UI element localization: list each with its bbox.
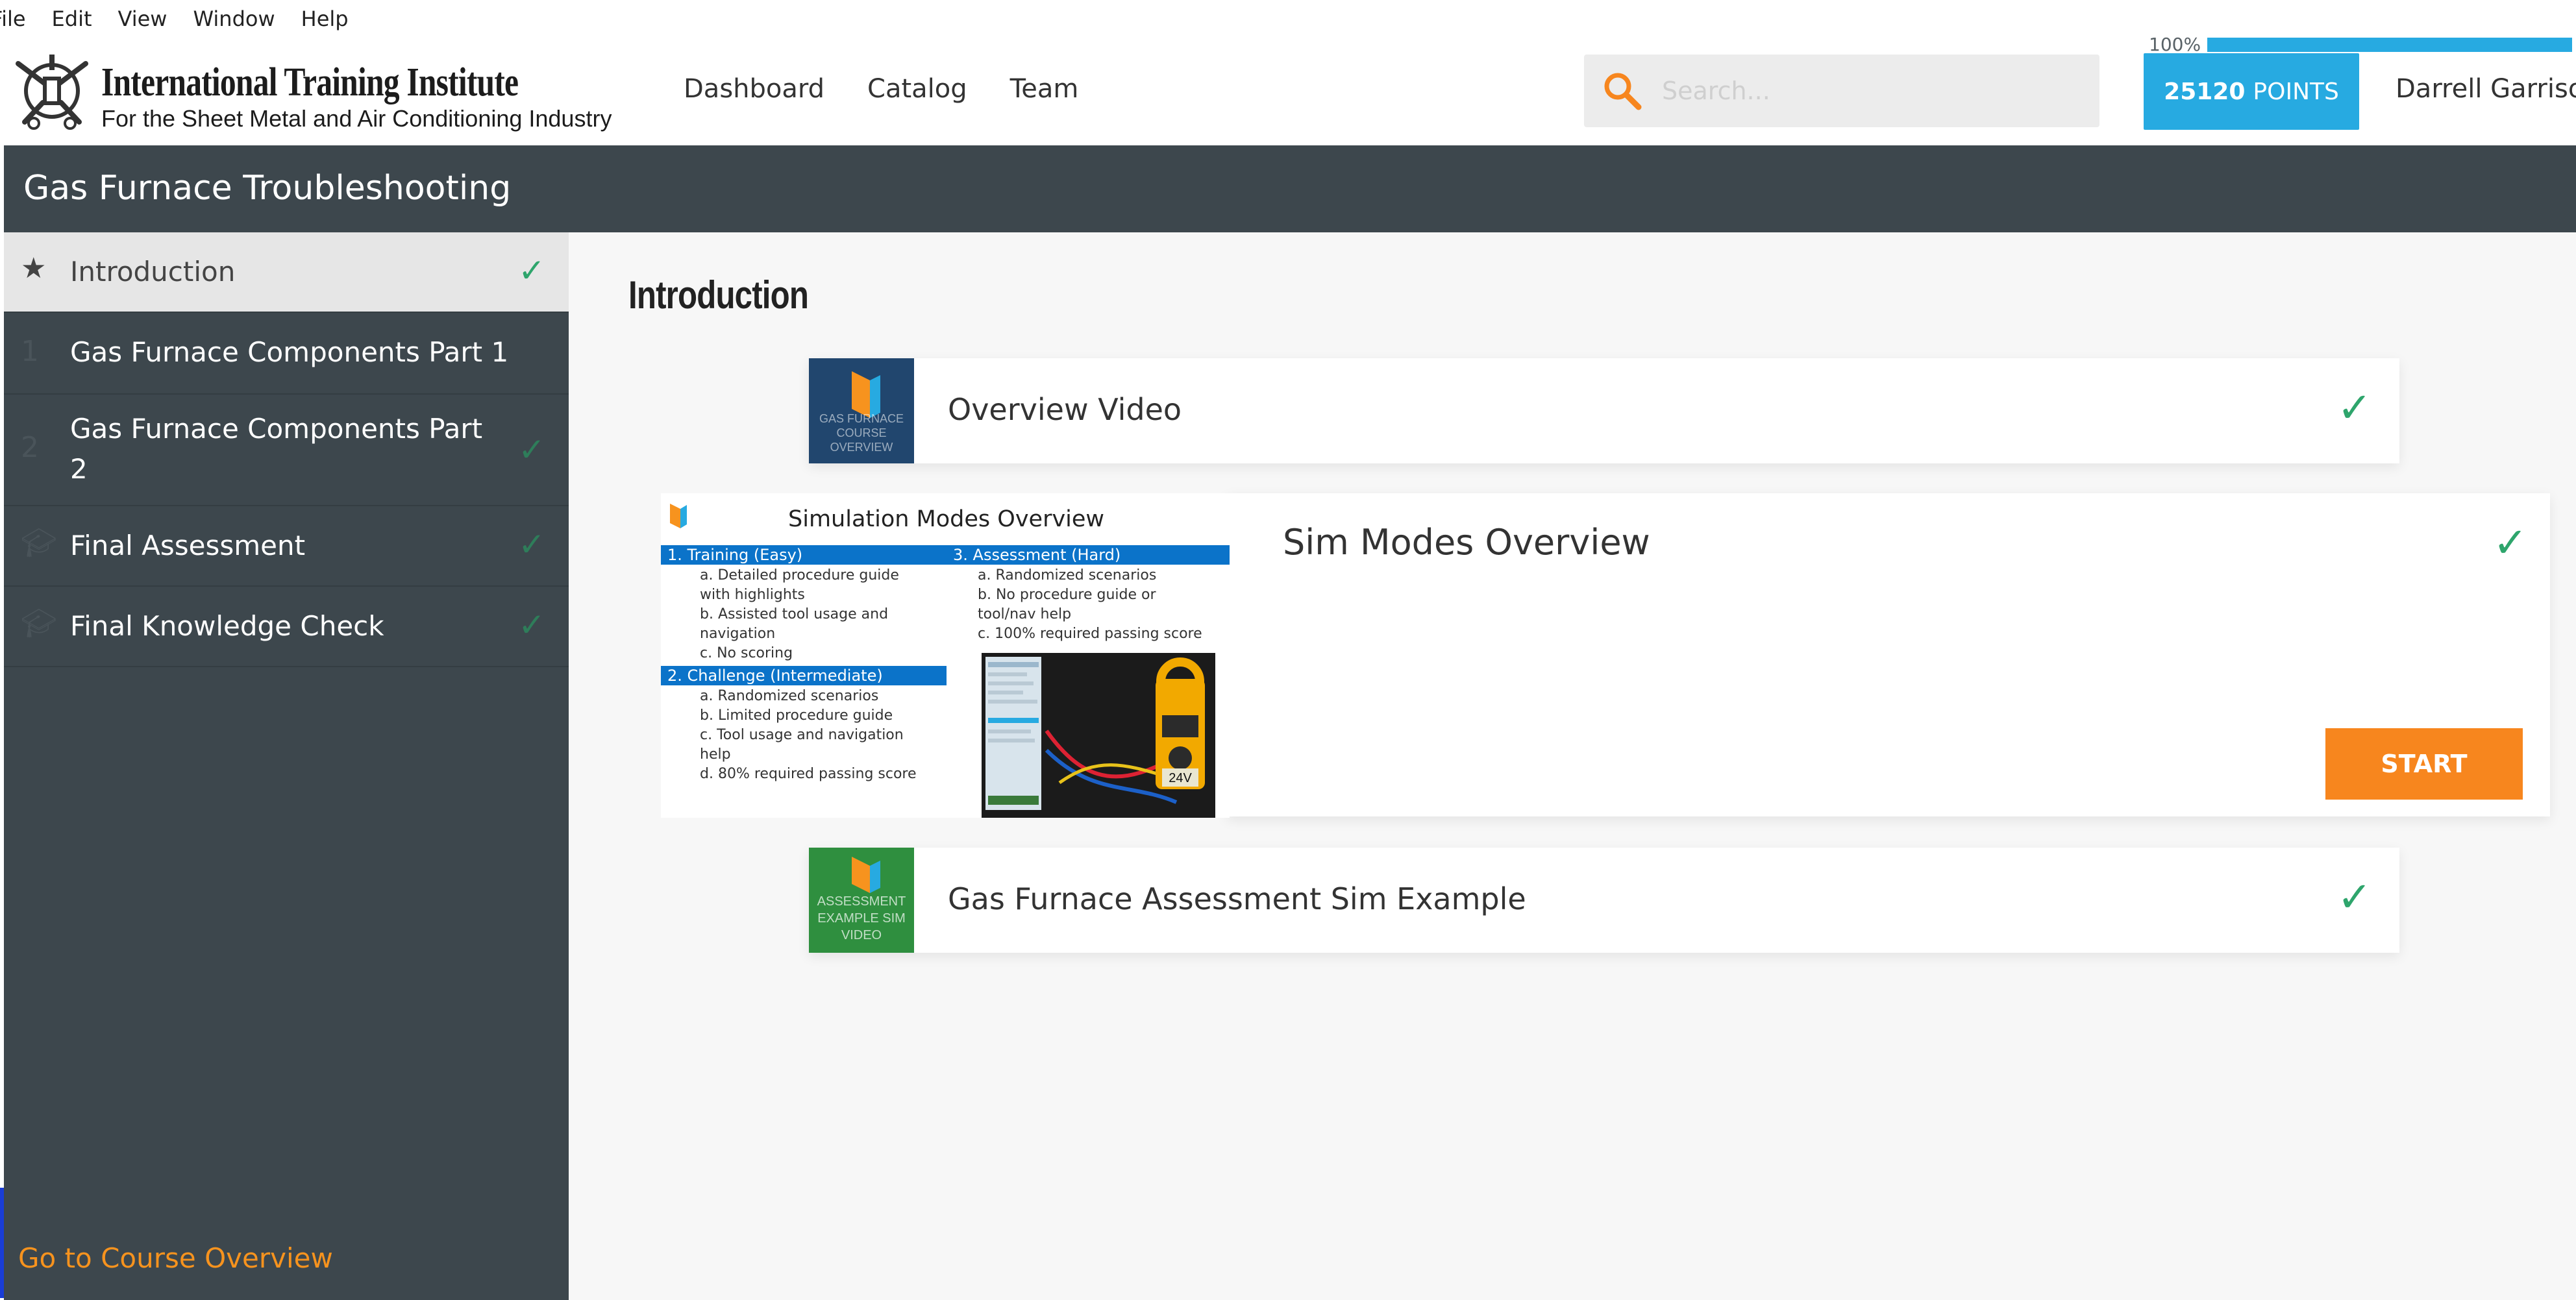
search-box[interactable] (1584, 55, 2099, 127)
slide-text: b. Assisted tool usage and (700, 606, 889, 622)
sidebar-item-components-part-1[interactable]: 1 Gas Furnace Components Part 1 (4, 313, 569, 395)
completed-check-icon: ✓ (518, 606, 545, 644)
slide-text: d. 80% required passing score (700, 766, 917, 782)
menu-help[interactable]: Help (301, 6, 349, 31)
sidebar-item-label: Gas Furnace Components Part 2 (70, 413, 483, 485)
sidebar-item-label: Final Knowledge Check (70, 610, 384, 642)
sidebar-item-final-knowledge-check[interactable]: 🎓︎ Final Knowledge Check ✓ (4, 587, 569, 667)
logo-title: International Training Institute (101, 60, 519, 104)
slide-text: c. 100% required passing score (978, 626, 1202, 642)
course-header-bar: Gas Furnace Troubleshooting (4, 145, 2576, 232)
slide-text: tool/nav help (978, 606, 1072, 622)
slide-heading-training: 1. Training (Easy) (661, 545, 947, 565)
sidebar-item-label: Introduction (70, 256, 236, 288)
progress-fill (2207, 38, 2572, 52)
nav-dashboard[interactable]: Dashboard (684, 74, 824, 104)
menu-edit[interactable]: Edit (52, 6, 92, 31)
points-label: POINTS (2253, 78, 2339, 105)
window-edge (0, 1188, 4, 1298)
completed-check-icon: ✓ (2337, 384, 2372, 432)
itinow-logo-icon (670, 504, 687, 528)
thumbnail-caption: ASSESSMENT EXAMPLE SIM VIDEO (817, 894, 906, 942)
number-2-icon: 2 (21, 431, 39, 464)
video-thumbnail[interactable]: GAS FURNACE COURSE OVERVIEW (809, 358, 914, 463)
main-nav: Dashboard Catalog Team (684, 74, 1078, 104)
nav-team[interactable]: Team (1010, 74, 1079, 104)
video-thumbnail[interactable]: ASSESSMENT EXAMPLE SIM VIDEO (809, 848, 914, 953)
slide-text: b. Limited procedure guide (700, 707, 893, 724)
graduation-cap-icon: 🎓︎ (21, 607, 57, 640)
sidebar-item-label: Gas Furnace Components Part 1 (70, 336, 509, 368)
number-1-icon: 1 (21, 335, 39, 368)
sidebar-item-introduction[interactable]: ★ Introduction ✓ (4, 232, 569, 313)
card-title: Sim Modes Overview (1283, 522, 1650, 563)
go-to-course-overview-link[interactable]: Go to Course Overview (18, 1242, 333, 1274)
slide-text: c. Tool usage and navigation (700, 727, 904, 743)
star-icon: ★ (21, 252, 47, 285)
section-title: Introduction (628, 273, 809, 317)
completed-check-icon: ✓ (2493, 519, 2528, 567)
points-value: 25120 (2164, 78, 2246, 105)
slide-heading-challenge: 2. Challenge (Intermediate) (661, 666, 947, 685)
app-menubar: File Edit View Window Help (0, 0, 2576, 38)
slide-text: help (700, 746, 731, 763)
sim-modes-slide-thumbnail[interactable]: Simulation Modes Overview 1. Training (E… (661, 493, 1230, 818)
slide-text: with highlights (700, 587, 805, 603)
slide-text: c. No scoring (700, 645, 793, 661)
slide-title: Simulation Modes Overview (788, 506, 1105, 532)
slide-text: a. Randomized scenarios (700, 688, 879, 704)
sidebar-item-final-assessment[interactable]: 🎓︎ Final Assessment ✓ (4, 506, 569, 587)
completed-check-icon: ✓ (518, 526, 545, 563)
start-button[interactable]: START (2325, 728, 2523, 800)
graduation-cap-icon: 🎓︎ (21, 526, 57, 559)
search-icon[interactable] (1601, 69, 1644, 112)
lesson-card-assessment-sim-example[interactable]: ASSESSMENT EXAMPLE SIM VIDEO Gas Furnace… (809, 848, 2399, 953)
progress-percent: 100% (2149, 34, 2201, 55)
slide-text: b. No procedure guide or (978, 587, 1156, 603)
menu-window[interactable]: Window (193, 6, 275, 31)
completed-check-icon: ✓ (518, 431, 545, 469)
menu-view[interactable]: View (118, 6, 167, 31)
lesson-card-overview-video[interactable]: GAS FURNACE COURSE OVERVIEW Overview Vid… (809, 358, 2399, 463)
points-badge[interactable]: 25120 POINTS (2144, 53, 2359, 130)
course-sidebar: ★ Introduction ✓ 1 Gas Furnace Component… (4, 232, 569, 1300)
search-input[interactable] (1661, 76, 2079, 106)
sidebar-item-components-part-2[interactable]: 2 Gas Furnace Components Part 2 ✓ (4, 395, 569, 506)
menu-file[interactable]: File (0, 6, 26, 31)
completed-check-icon: ✓ (2337, 874, 2372, 922)
sidebar-item-label: Final Assessment (70, 530, 306, 561)
course-title: Gas Furnace Troubleshooting (23, 169, 512, 208)
slide-heading-assessment: 3. Assessment (Hard) (947, 545, 1230, 565)
iti-emblem-icon (16, 55, 88, 130)
slide-text: a. Randomized scenarios (978, 567, 1157, 583)
user-menu[interactable]: Darrell Garrison (2396, 74, 2576, 104)
slide-text: navigation (700, 626, 776, 642)
logo-subtitle: For the Sheet Metal and Air Conditioning… (101, 105, 612, 132)
iti-logo[interactable]: International Training Institute For the… (12, 45, 612, 136)
completed-check-icon: ✓ (518, 252, 545, 289)
nav-catalog[interactable]: Catalog (867, 74, 967, 104)
simulation-screenshot: 24V (982, 653, 1215, 818)
card-title: Gas Furnace Assessment Sim Example (948, 881, 1526, 916)
card-title: Overview Video (948, 392, 1182, 427)
meter-reading: 24V (1169, 771, 1192, 785)
thumbnail-caption: GAS FURNACE COURSE OVERVIEW (819, 412, 904, 454)
slide-text: a. Detailed procedure guide (700, 567, 899, 583)
